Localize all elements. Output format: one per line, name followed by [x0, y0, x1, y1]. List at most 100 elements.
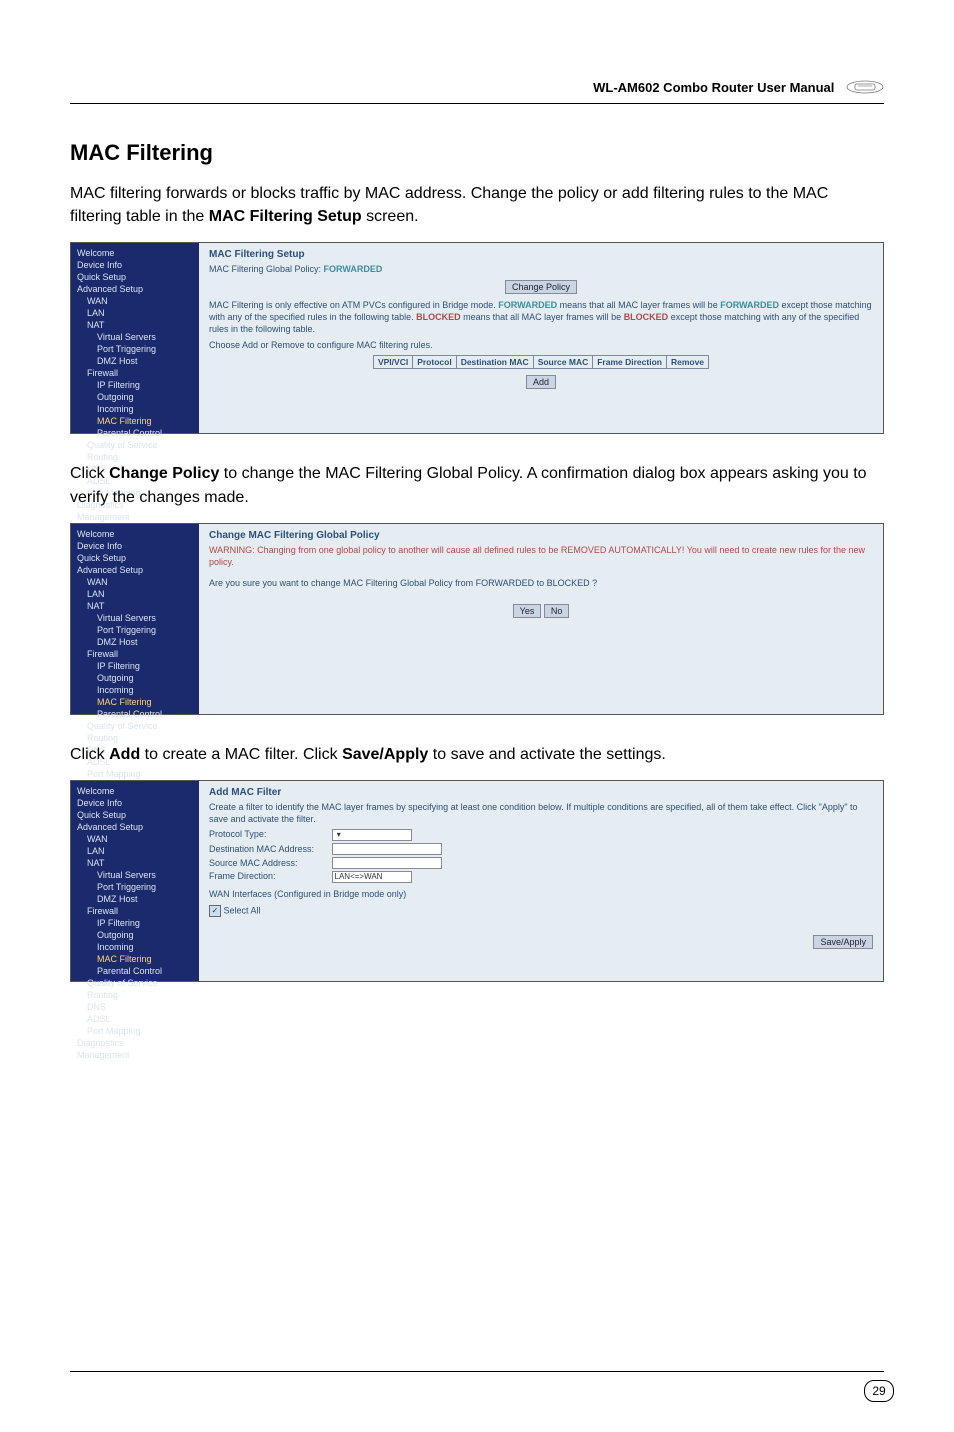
router-sidebar: WelcomeDevice InfoQuick SetupAdvanced Se… — [71, 781, 199, 981]
sidebar-item[interactable]: Quality of Service — [73, 977, 197, 989]
sidebar-item[interactable]: Device Info — [73, 259, 197, 271]
frame-direction-select[interactable]: LAN<=>WAN — [332, 871, 412, 883]
sidebar-item[interactable]: Port Triggering — [73, 343, 197, 355]
sidebar-item[interactable]: Firewall — [73, 648, 197, 660]
add-remove-hint: Choose Add or Remove to configure MAC fi… — [209, 340, 873, 352]
dest-mac-label: Destination MAC Address: — [209, 844, 329, 854]
manual-title: WL-AM602 Combo Router User Manual — [593, 80, 834, 95]
sidebar-item[interactable]: Routing — [73, 989, 197, 1001]
sidebar-item[interactable]: Management — [73, 1049, 197, 1061]
table-header: Source MAC — [533, 356, 593, 369]
select-all-checkbox[interactable]: ✓ — [209, 905, 221, 917]
router-sidebar: WelcomeDevice InfoQuick SetupAdvanced Se… — [71, 524, 199, 714]
sidebar-item[interactable]: Virtual Servers — [73, 612, 197, 624]
sidebar-item[interactable]: Outgoing — [73, 672, 197, 684]
dest-mac-input[interactable] — [332, 843, 442, 855]
wan-interfaces-label: WAN Interfaces (Configured in Bridge mod… — [209, 889, 873, 901]
sidebar-item[interactable]: MAC Filtering — [73, 415, 197, 427]
save-apply-button[interactable]: Save/Apply — [813, 935, 873, 949]
sidebar-item[interactable]: Parental Control — [73, 965, 197, 977]
sidebar-item[interactable]: NAT — [73, 600, 197, 612]
add-filter-paragraph: Click Add to create a MAC filter. Click … — [70, 743, 884, 766]
sidebar-item[interactable]: Advanced Setup — [73, 283, 197, 295]
sidebar-item[interactable]: Welcome — [73, 247, 197, 259]
table-header: Protocol — [413, 356, 456, 369]
add-filter-description: Create a filter to identify the MAC laye… — [209, 802, 873, 825]
sidebar-item[interactable]: Quality of Service — [73, 439, 197, 451]
sidebar-item[interactable]: Firewall — [73, 905, 197, 917]
sidebar-item[interactable]: Device Info — [73, 540, 197, 552]
sidebar-item[interactable]: Welcome — [73, 785, 197, 797]
sidebar-item[interactable]: Welcome — [73, 528, 197, 540]
policy-line: MAC Filtering Global Policy: FORWARDED — [209, 264, 873, 274]
protocol-type-label: Protocol Type: — [209, 829, 329, 839]
sidebar-item[interactable]: Management — [73, 511, 197, 523]
sidebar-item[interactable]: Incoming — [73, 684, 197, 696]
sidebar-item[interactable]: IP Filtering — [73, 917, 197, 929]
sidebar-item[interactable]: DMZ Host — [73, 636, 197, 648]
sidebar-item[interactable]: Incoming — [73, 403, 197, 415]
sidebar-item[interactable]: Parental Control — [73, 708, 197, 720]
sidebar-item[interactable]: Quick Setup — [73, 809, 197, 821]
warning-text: WARNING: Changing from one global policy… — [209, 545, 873, 568]
sidebar-item[interactable]: MAC Filtering — [73, 953, 197, 965]
footer-rule — [70, 1371, 884, 1372]
router-main-panel: Add MAC Filter Create a filter to identi… — [199, 781, 883, 981]
sidebar-item[interactable]: Quick Setup — [73, 271, 197, 283]
sidebar-item[interactable]: Incoming — [73, 941, 197, 953]
sidebar-item[interactable]: LAN — [73, 307, 197, 319]
yes-button[interactable]: Yes — [513, 604, 542, 618]
intro-paragraph: MAC filtering forwards or blocks traffic… — [70, 182, 884, 228]
sidebar-item[interactable]: Diagnostics — [73, 1037, 197, 1049]
table-header: Remove — [666, 356, 708, 369]
sidebar-item[interactable]: ADSL — [73, 1013, 197, 1025]
panel-title: Add MAC Filter — [209, 787, 873, 798]
sidebar-item[interactable]: Advanced Setup — [73, 564, 197, 576]
sidebar-item[interactable]: MAC Filtering — [73, 696, 197, 708]
sidebar-item[interactable]: NAT — [73, 857, 197, 869]
sidebar-item[interactable]: Outgoing — [73, 391, 197, 403]
src-mac-input[interactable] — [332, 857, 442, 869]
screenshot-add-mac-filter: WelcomeDevice InfoQuick SetupAdvanced Se… — [70, 780, 884, 982]
sidebar-item[interactable]: LAN — [73, 588, 197, 600]
panel-title: Change MAC Filtering Global Policy — [209, 530, 873, 541]
sidebar-item[interactable]: WAN — [73, 833, 197, 845]
no-button[interactable]: No — [544, 604, 570, 618]
sidebar-item[interactable]: Device Info — [73, 797, 197, 809]
router-sidebar: WelcomeDevice InfoQuick SetupAdvanced Se… — [71, 243, 199, 433]
router-main-panel: MAC Filtering Setup MAC Filtering Global… — [199, 243, 883, 433]
table-header: Frame Direction — [593, 356, 667, 369]
sidebar-item[interactable]: NAT — [73, 319, 197, 331]
frame-direction-label: Frame Direction: — [209, 871, 329, 881]
policy-description: MAC Filtering is only effective on ATM P… — [209, 300, 873, 335]
sidebar-item[interactable]: DMZ Host — [73, 893, 197, 905]
sidebar-item[interactable]: Quality of Service — [73, 720, 197, 732]
sidebar-item[interactable]: WAN — [73, 295, 197, 307]
sidebar-item[interactable]: Port Triggering — [73, 881, 197, 893]
sidebar-item[interactable]: DMZ Host — [73, 355, 197, 367]
sidebar-item[interactable]: DNS — [73, 1001, 197, 1013]
change-policy-button[interactable]: Change Policy — [505, 280, 577, 294]
section-title: MAC Filtering — [70, 140, 884, 166]
add-button[interactable]: Add — [526, 375, 556, 389]
sidebar-item[interactable]: Quick Setup — [73, 552, 197, 564]
sidebar-item[interactable]: Port Mapping — [73, 768, 197, 780]
sidebar-item[interactable]: WAN — [73, 576, 197, 588]
sidebar-item[interactable]: LAN — [73, 845, 197, 857]
change-policy-paragraph: Click Change Policy to change the MAC Fi… — [70, 462, 884, 508]
sidebar-item[interactable]: Virtual Servers — [73, 869, 197, 881]
confirm-text: Are you sure you want to change MAC Filt… — [209, 578, 873, 590]
screenshot-mac-filtering-setup: WelcomeDevice InfoQuick SetupAdvanced Se… — [70, 242, 884, 434]
sidebar-item[interactable]: Parental Control — [73, 427, 197, 439]
sidebar-item[interactable]: Advanced Setup — [73, 821, 197, 833]
protocol-type-select[interactable]: ▾ — [332, 829, 412, 841]
sidebar-item[interactable]: Virtual Servers — [73, 331, 197, 343]
sidebar-item[interactable]: IP Filtering — [73, 660, 197, 672]
select-all-label: Select All — [224, 905, 261, 915]
src-mac-label: Source MAC Address: — [209, 858, 329, 868]
sidebar-item[interactable]: Firewall — [73, 367, 197, 379]
sidebar-item[interactable]: IP Filtering — [73, 379, 197, 391]
sidebar-item[interactable]: Port Mapping — [73, 1025, 197, 1037]
sidebar-item[interactable]: Port Triggering — [73, 624, 197, 636]
sidebar-item[interactable]: Outgoing — [73, 929, 197, 941]
